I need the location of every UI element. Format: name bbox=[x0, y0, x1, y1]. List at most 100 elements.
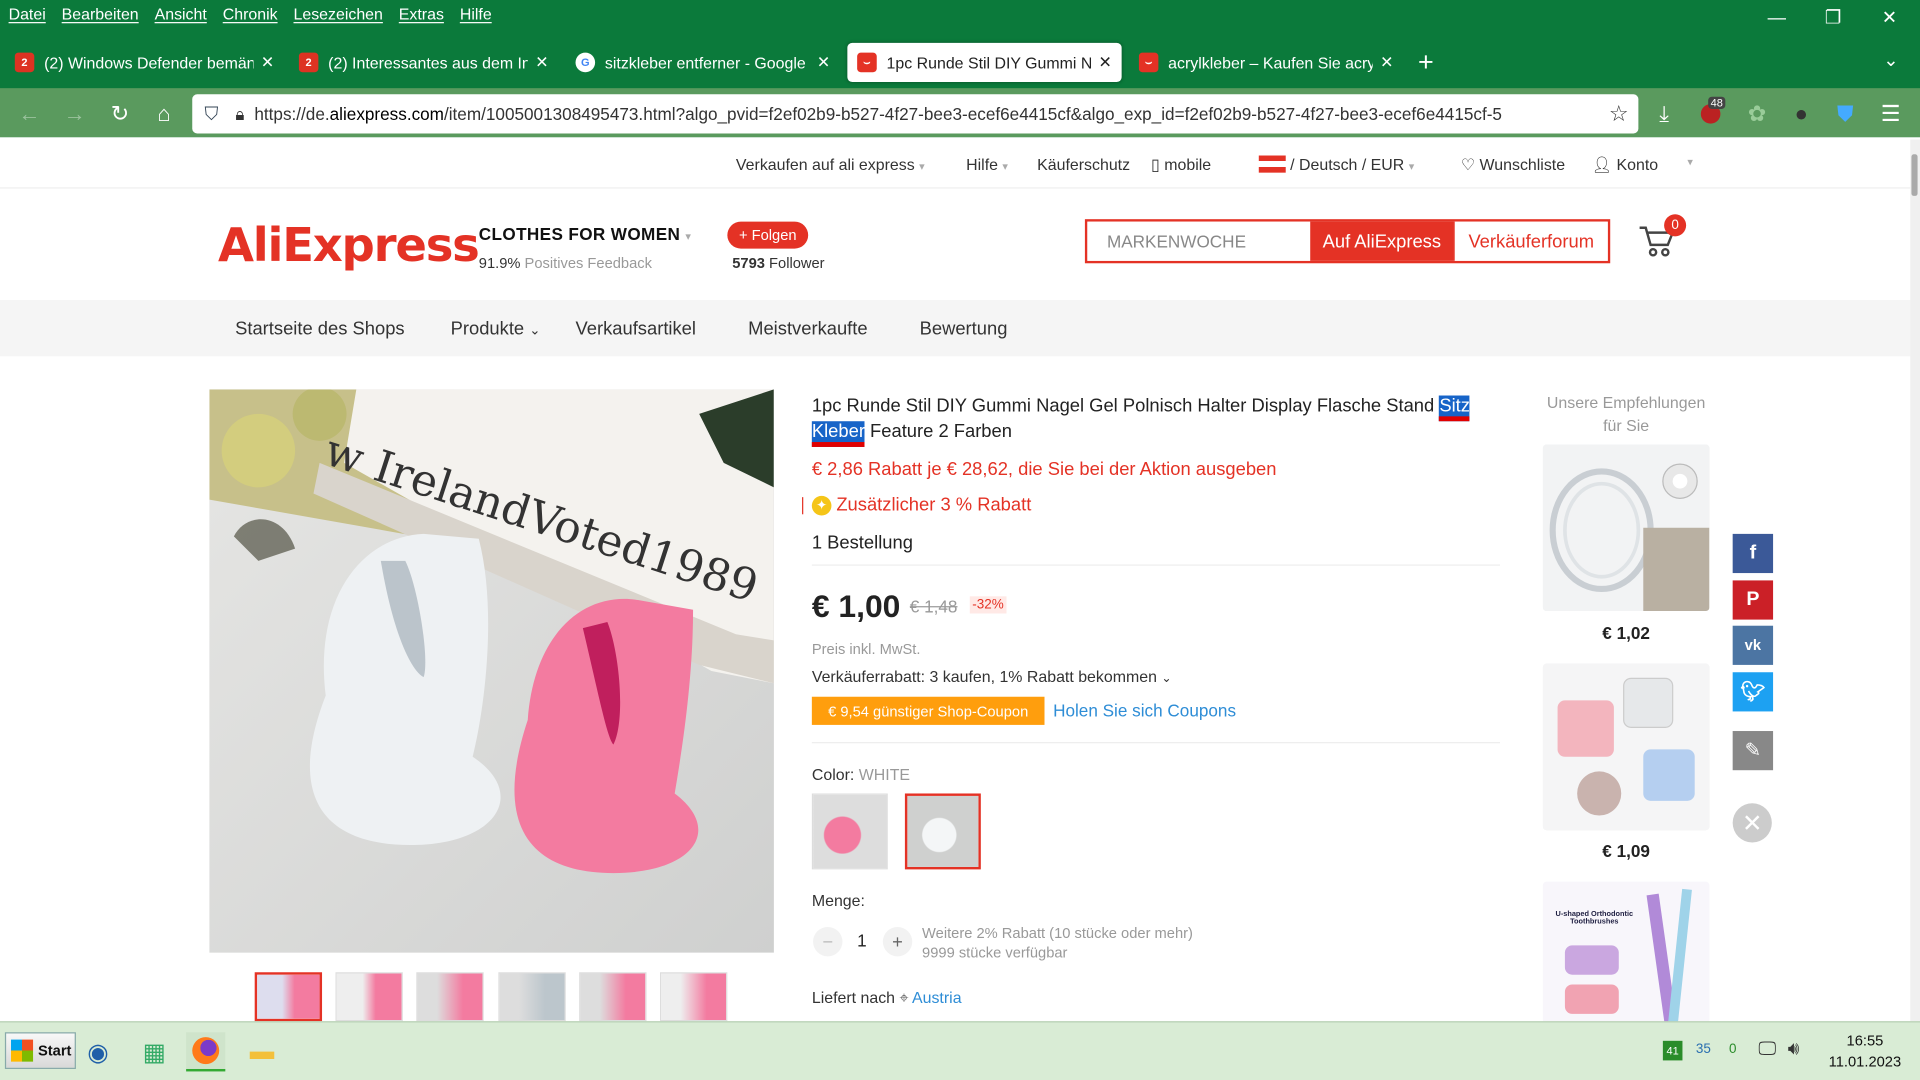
nav-products[interactable]: Produkte ⌄ bbox=[451, 318, 541, 339]
account-link[interactable]: 👤︎ Konto bbox=[1592, 156, 1658, 176]
divider bbox=[811, 564, 1501, 566]
tab-google-search[interactable]: G sitzkleber entferner - Google Su ✕ bbox=[575, 44, 830, 81]
recommendation-price: € 1,09 bbox=[1602, 841, 1650, 861]
heart-icon: ♡ bbox=[1460, 155, 1476, 174]
back-icon[interactable]: ← bbox=[16, 100, 43, 127]
nav-reviews[interactable]: Bewertung bbox=[920, 318, 1008, 339]
shipping-country-link[interactable]: Austria bbox=[912, 988, 962, 1006]
nav-bestsellers[interactable]: Meistverkaufte bbox=[748, 318, 867, 339]
twitter-share-icon[interactable]: 🐦︎ bbox=[1732, 672, 1774, 712]
scrollbar-thumb[interactable] bbox=[1911, 154, 1918, 196]
tab-windows-defender[interactable]: 2 (2) Windows Defender bemäng ✕ bbox=[14, 44, 274, 81]
menu-hilfe[interactable]: Hilfe bbox=[460, 4, 492, 22]
search-aliexpress-button[interactable]: Auf AliExpress bbox=[1310, 221, 1454, 261]
close-tab-icon[interactable]: ✕ bbox=[1380, 53, 1393, 73]
folder-taskbar-icon[interactable]: ▬ bbox=[242, 1032, 281, 1071]
seller-forum-button[interactable]: Verkäuferforum bbox=[1453, 221, 1608, 261]
tab-aliexpress-active[interactable]: ⌣ 1pc Runde Stil DIY Gummi Nage ✕ bbox=[847, 42, 1122, 83]
url-bar[interactable]: ⛉ 🔒︎ https://de.aliexpress.com/item/1005… bbox=[192, 94, 1639, 134]
minimize-icon[interactable]: — bbox=[1749, 0, 1805, 34]
decrease-quantity-button[interactable]: − bbox=[813, 926, 843, 957]
increase-quantity-button[interactable]: + bbox=[882, 926, 913, 957]
menu-ansicht[interactable]: Ansicht bbox=[155, 4, 207, 22]
menu-chronik[interactable]: Chronik bbox=[223, 4, 278, 22]
shell-taskbar-icon[interactable]: ◉ bbox=[78, 1032, 117, 1071]
hamburger-menu-icon[interactable]: ☰ bbox=[1877, 100, 1904, 127]
recommendation-price: € 1,02 bbox=[1602, 623, 1650, 643]
tray-indicator[interactable]: 41 bbox=[1662, 1040, 1683, 1061]
nav-shop-home[interactable]: Startseite des Shops bbox=[235, 318, 404, 339]
store-name[interactable]: CLOTHES FOR WOMEN ▾ bbox=[479, 224, 692, 244]
bookmark-star-icon[interactable]: ☆ bbox=[1609, 101, 1629, 127]
tray-counter[interactable]: 35 bbox=[1696, 1042, 1711, 1057]
reload-icon[interactable]: ↻ bbox=[107, 100, 134, 127]
network-icon[interactable]: 🖵︎ bbox=[1758, 1038, 1776, 1059]
shield-icon[interactable]: ⛉ bbox=[204, 103, 218, 124]
product-thumbnail[interactable] bbox=[335, 972, 403, 1022]
menu-lesezeichen[interactable]: Lesezeichen bbox=[293, 4, 382, 22]
facebook-share-icon[interactable]: f bbox=[1732, 533, 1774, 574]
close-tab-icon[interactable]: ✕ bbox=[1098, 53, 1111, 73]
page-scrollbar[interactable] bbox=[1910, 139, 1920, 1022]
close-tab-icon[interactable]: ✕ bbox=[535, 53, 548, 73]
menu-datei[interactable]: Datei bbox=[9, 4, 46, 22]
restore-icon[interactable]: ❐ bbox=[1805, 0, 1861, 34]
close-share-icon[interactable]: ✕ bbox=[1732, 803, 1772, 843]
volume-icon[interactable]: 🔊︎ bbox=[1788, 1038, 1800, 1059]
download-icon[interactable]: ⤓ bbox=[1651, 100, 1678, 127]
close-tab-icon[interactable]: ✕ bbox=[261, 53, 274, 73]
extension-icon[interactable]: ✿ bbox=[1744, 100, 1771, 127]
vk-share-icon[interactable]: vk bbox=[1732, 625, 1774, 665]
mobile-link[interactable]: ▯ mobile bbox=[1151, 156, 1211, 176]
firefox-taskbar-icon[interactable] bbox=[186, 1032, 226, 1072]
language-currency-selector[interactable]: / Deutsch / EUR ▾ bbox=[1258, 155, 1414, 174]
system-clock[interactable]: 16:55 11.01.2023 bbox=[1822, 1031, 1908, 1073]
account-chevron-icon[interactable]: ▾ bbox=[1687, 156, 1693, 169]
reddit-icon: 2 bbox=[14, 52, 35, 73]
tab-list-chevron-icon[interactable]: ⌄ bbox=[1883, 49, 1898, 71]
color-swatch-white[interactable] bbox=[904, 793, 981, 870]
quantity-value[interactable]: 1 bbox=[857, 931, 867, 951]
home-icon[interactable]: ⌂ bbox=[151, 100, 178, 127]
calendar-taskbar-icon[interactable]: ▦ bbox=[135, 1032, 174, 1071]
pinterest-share-icon[interactable]: P bbox=[1732, 580, 1774, 620]
search-input[interactable] bbox=[1087, 221, 1311, 261]
tab-interessantes[interactable]: 2 (2) Interessantes aus dem Interr ✕ bbox=[298, 44, 549, 81]
product-thumbnail[interactable] bbox=[416, 972, 484, 1022]
lock-icon[interactable]: 🔒︎ bbox=[235, 103, 244, 124]
aliexpress-logo[interactable]: AliExpress bbox=[218, 218, 480, 272]
shop-coupon-badge[interactable]: € 9,54 günstiger Shop-Coupon bbox=[811, 696, 1045, 725]
follow-button[interactable]: + Folgen bbox=[727, 221, 809, 249]
extra-discount[interactable]: ✦ Zusätzlicher 3 % Rabatt bbox=[811, 495, 1031, 516]
shipping-destination[interactable]: Liefert nach ⌖ Austria bbox=[812, 988, 962, 1008]
recommendation-image[interactable] bbox=[1542, 444, 1710, 612]
help-link[interactable]: Hilfe ▾ bbox=[966, 156, 1008, 174]
sell-link[interactable]: Verkaufen auf ali express ▾ bbox=[736, 156, 925, 174]
new-tab-icon[interactable]: + bbox=[1418, 47, 1434, 79]
close-tab-icon[interactable]: ✕ bbox=[817, 53, 830, 73]
menu-extras[interactable]: Extras bbox=[399, 4, 444, 22]
tray-counter[interactable]: 0 bbox=[1729, 1042, 1737, 1057]
close-window-icon[interactable]: ✕ bbox=[1861, 0, 1917, 34]
tab-acrylkleber[interactable]: ⌣ acrylkleber – Kaufen Sie acrylkle ✕ bbox=[1138, 44, 1393, 81]
shield-extension-icon[interactable]: ⛊ bbox=[1832, 100, 1859, 127]
wishlist-link[interactable]: ♡ Wunschliste bbox=[1461, 156, 1565, 176]
chevron-down-icon: ⌄ bbox=[529, 323, 541, 338]
color-swatch-pink[interactable] bbox=[811, 793, 888, 870]
seller-discount[interactable]: Verkäuferrabatt: 3 kaufen, 1% Rabatt bek… bbox=[812, 667, 1172, 685]
forward-icon[interactable]: → bbox=[61, 100, 88, 127]
product-main-image[interactable]: w IrelandVoted1989 bbox=[209, 389, 774, 953]
recommendation-image[interactable] bbox=[1542, 663, 1710, 831]
start-button[interactable]: Start bbox=[4, 1032, 76, 1069]
edit-pencil-icon[interactable]: ✎ bbox=[1732, 731, 1774, 771]
nav-sale-items[interactable]: Verkaufsartikel bbox=[576, 318, 696, 339]
product-thumbnail[interactable] bbox=[660, 972, 728, 1022]
buyer-protection-link[interactable]: Käuferschutz bbox=[1037, 156, 1130, 174]
extension-lock-icon[interactable]: ● bbox=[1788, 100, 1815, 127]
product-thumbnail[interactable] bbox=[579, 972, 647, 1022]
product-thumbnail[interactable] bbox=[498, 972, 566, 1022]
recommendation-image[interactable]: U-shaped Orthodontic Toothbrushes bbox=[1542, 881, 1710, 1024]
get-coupons-link[interactable]: Holen Sie sich Coupons bbox=[1053, 700, 1236, 720]
product-thumbnail[interactable] bbox=[254, 972, 323, 1022]
menu-bearbeiten[interactable]: Bearbeiten bbox=[62, 4, 139, 22]
